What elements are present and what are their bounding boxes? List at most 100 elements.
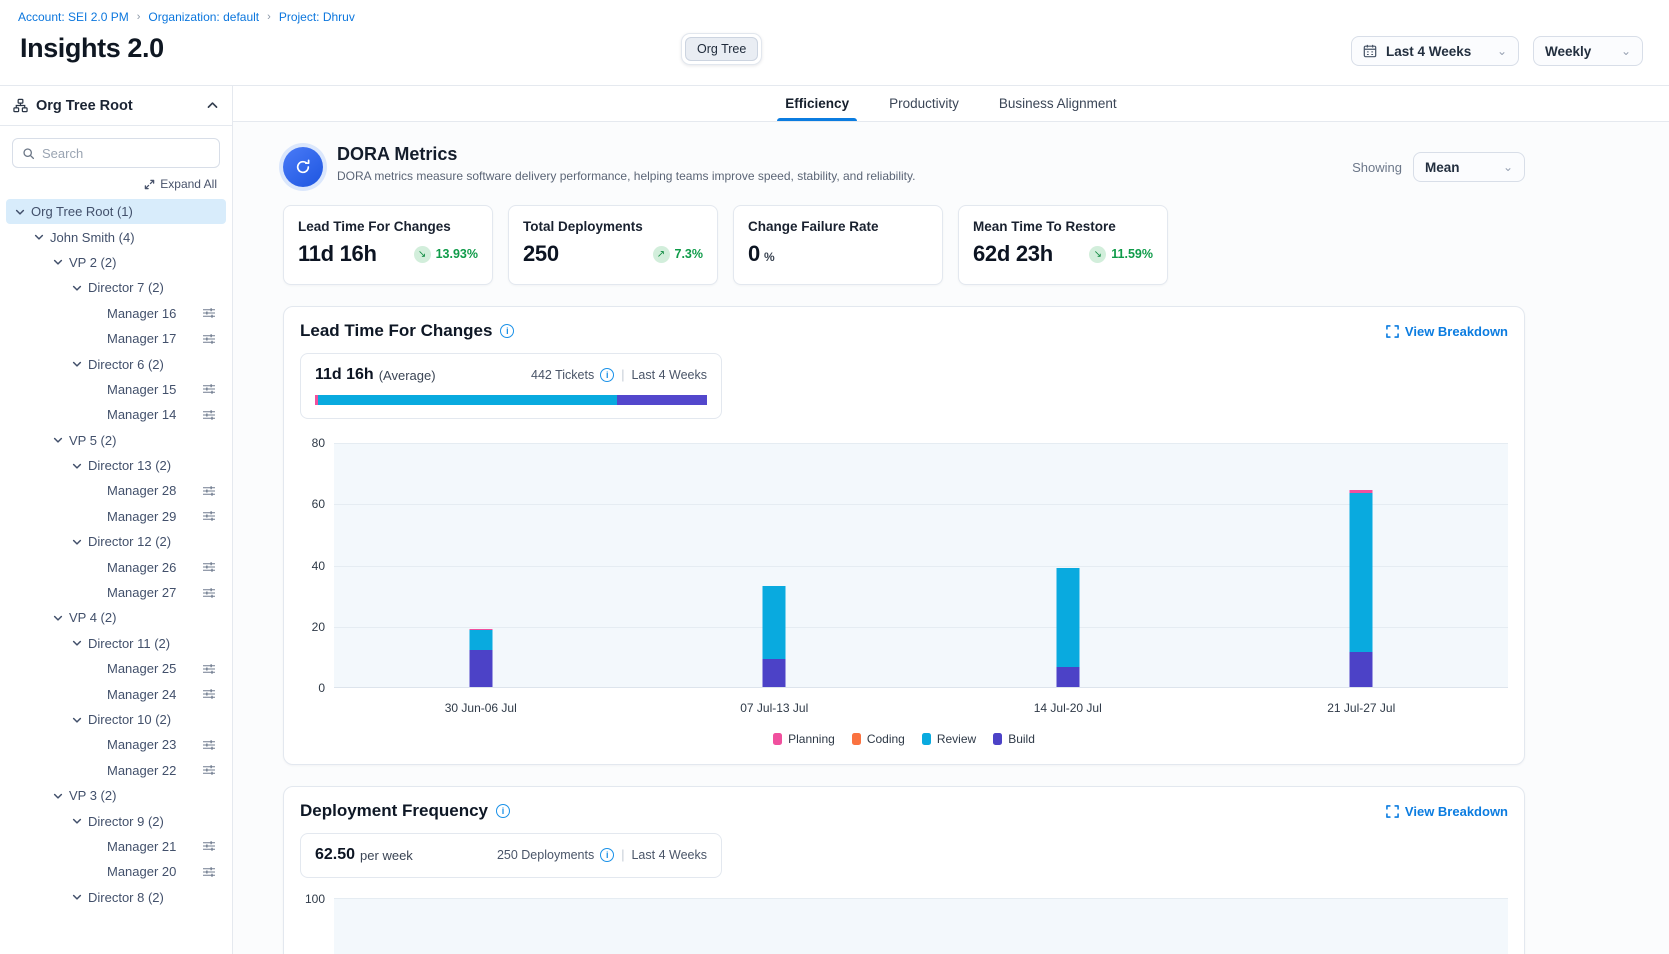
tree-item[interactable]: Manager 26 — [6, 554, 226, 579]
expand-all-button[interactable]: Expand All — [0, 172, 232, 197]
org-tree-button[interactable]: Org Tree — [685, 37, 758, 61]
tree-item[interactable]: VP 3 (2) — [6, 783, 226, 808]
info-icon[interactable]: i — [496, 804, 510, 818]
chevron-down-icon[interactable] — [71, 536, 83, 548]
filter-sliders-icon[interactable] — [202, 840, 216, 852]
chevron-down-icon[interactable] — [52, 612, 64, 624]
header-controls: Last 4 Weeks ⌄ Weekly ⌄ — [1351, 36, 1643, 66]
granularity-select[interactable]: Weekly ⌄ — [1533, 36, 1643, 66]
chevron-down-icon[interactable] — [33, 231, 45, 243]
bar-segment-review — [1056, 568, 1079, 668]
search-input[interactable] — [42, 146, 210, 161]
chevron-down-icon: ⌄ — [1621, 44, 1631, 58]
info-icon[interactable]: i — [600, 368, 614, 382]
chevron-down-icon[interactable] — [14, 206, 26, 218]
info-icon[interactable]: i — [500, 324, 514, 338]
view-breakdown-link[interactable]: View Breakdown — [1386, 324, 1508, 339]
chevron-down-icon[interactable] — [71, 282, 83, 294]
chevron-down-icon[interactable] — [71, 637, 83, 649]
tree-item[interactable]: Director 11 (2) — [6, 631, 226, 656]
filter-sliders-icon[interactable] — [202, 866, 216, 878]
filter-sliders-icon[interactable] — [202, 561, 216, 573]
tree-item[interactable]: VP 2 (2) — [6, 250, 226, 275]
tree-item[interactable]: Manager 14 — [6, 402, 226, 427]
chevron-down-icon[interactable] — [71, 358, 83, 370]
tree-item[interactable]: Manager 22 — [6, 758, 226, 783]
tree-item[interactable]: Manager 28 — [6, 478, 226, 503]
breadcrumb-link[interactable]: Account: SEI 2.0 PM — [18, 10, 129, 24]
legend-item-review: Review — [922, 732, 976, 746]
chevron-down-icon[interactable] — [71, 815, 83, 827]
chevron-down-icon[interactable] — [52, 790, 64, 802]
bar-segment-build — [469, 650, 492, 687]
filter-sliders-icon[interactable] — [202, 688, 216, 700]
stacked-bar[interactable] — [1056, 568, 1079, 687]
tree-item[interactable]: Manager 23 — [6, 732, 226, 757]
chevron-down-icon[interactable] — [52, 434, 64, 446]
filter-sliders-icon[interactable] — [202, 587, 216, 599]
tree-item[interactable]: Director 8 (2) — [6, 885, 226, 910]
tree-item[interactable]: Director 6 (2) — [6, 351, 226, 376]
chart-legend: PlanningCodingReviewBuild — [300, 732, 1508, 750]
trend-value: 13.93% — [436, 247, 478, 261]
lead-time-phase-bar — [315, 395, 707, 405]
stacked-bar[interactable] — [1350, 490, 1373, 687]
tab-business-alignment[interactable]: Business Alignment — [997, 86, 1119, 121]
tree-item[interactable]: Manager 20 — [6, 859, 226, 884]
tree-item[interactable]: Manager 15 — [6, 377, 226, 402]
topbar: Account: SEI 2.0 PM›Organization: defaul… — [0, 0, 1669, 86]
filter-sliders-icon[interactable] — [202, 333, 216, 345]
tree-item[interactable]: Manager 21 — [6, 834, 226, 859]
chevron-down-icon[interactable] — [71, 714, 83, 726]
view-breakdown-link[interactable]: View Breakdown — [1386, 804, 1508, 819]
sidebar-search — [12, 138, 220, 168]
tree-item[interactable]: Org Tree Root (1) — [6, 199, 226, 224]
tree-item-label: VP 4 (2) — [69, 610, 116, 625]
breadcrumb-link[interactable]: Organization: default — [148, 10, 259, 24]
tree-item-label: John Smith (4) — [50, 230, 135, 245]
showing-value: Mean — [1425, 160, 1460, 175]
tree-item[interactable]: Manager 25 — [6, 656, 226, 681]
filter-sliders-icon[interactable] — [202, 663, 216, 675]
tree-item-label: Manager 24 — [107, 687, 176, 702]
tree-item-label: VP 5 (2) — [69, 433, 116, 448]
trend-down-icon: ↘ — [1089, 246, 1106, 263]
sidebar-collapse-chevron-up-icon[interactable] — [206, 99, 219, 112]
org-hierarchy-icon — [13, 98, 28, 113]
y-axis-tick: 0 — [318, 681, 325, 695]
page-body: Org Tree Root Expand All Org Tree Root (… — [0, 86, 1669, 954]
tree-item[interactable]: John Smith (4) — [6, 224, 226, 249]
stacked-bar[interactable] — [469, 629, 492, 687]
tab-productivity[interactable]: Productivity — [887, 86, 961, 121]
filter-sliders-icon[interactable] — [202, 510, 216, 522]
tree-item[interactable]: Manager 27 — [6, 580, 226, 605]
filter-sliders-icon[interactable] — [202, 739, 216, 751]
tree-item[interactable]: Manager 16 — [6, 301, 226, 326]
showing-select[interactable]: Mean ⌄ — [1413, 152, 1525, 182]
stacked-bar[interactable] — [763, 586, 786, 687]
trend-badge: ↘11.59% — [1089, 246, 1153, 263]
filter-sliders-icon[interactable] — [202, 307, 216, 319]
tree-item[interactable]: Director 9 (2) — [6, 808, 226, 833]
tree-item[interactable]: Director 10 (2) — [6, 707, 226, 732]
filter-sliders-icon[interactable] — [202, 383, 216, 395]
tree-item[interactable]: VP 5 (2) — [6, 428, 226, 453]
tree-item[interactable]: Manager 29 — [6, 504, 226, 529]
chevron-down-icon[interactable] — [52, 256, 64, 268]
chevron-down-icon[interactable] — [71, 891, 83, 903]
tree-item[interactable]: Director 7 (2) — [6, 275, 226, 300]
tree-item[interactable]: Manager 17 — [6, 326, 226, 351]
filter-sliders-icon[interactable] — [202, 485, 216, 497]
tree-item[interactable]: VP 4 (2) — [6, 605, 226, 630]
tree-item[interactable]: Director 12 (2) — [6, 529, 226, 554]
tree-item[interactable]: Director 13 (2) — [6, 453, 226, 478]
tab-efficiency[interactable]: Efficiency — [783, 86, 851, 121]
breadcrumb-link[interactable]: Project: Dhruv — [279, 10, 355, 24]
date-range-select[interactable]: Last 4 Weeks ⌄ — [1351, 36, 1519, 66]
tree-item-label: Manager 23 — [107, 737, 176, 752]
info-icon[interactable]: i — [600, 848, 614, 862]
filter-sliders-icon[interactable] — [202, 764, 216, 776]
chevron-down-icon[interactable] — [71, 460, 83, 472]
tree-item[interactable]: Manager 24 — [6, 681, 226, 706]
filter-sliders-icon[interactable] — [202, 409, 216, 421]
